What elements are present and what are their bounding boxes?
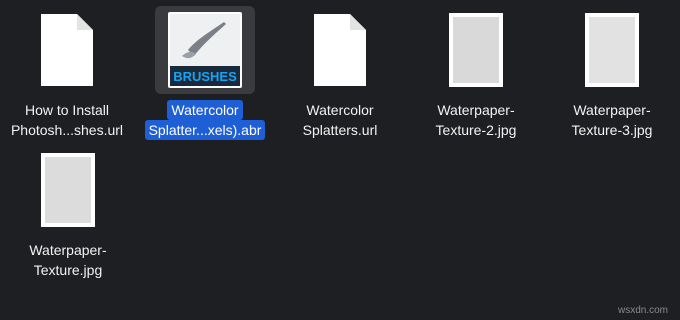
image-thumbnail-icon	[41, 153, 95, 227]
file-thumbnail[interactable]	[18, 146, 118, 234]
image-thumbnail-icon	[585, 13, 639, 87]
file-item-waterpaper-texture[interactable]: Waterpaper- Texture.jpg	[0, 146, 138, 280]
document-icon	[41, 14, 93, 86]
file-name[interactable]: How to Install Photosh...shes.url	[7, 100, 127, 140]
file-name[interactable]: Waterpaper- Texture-3.jpg	[568, 100, 657, 140]
file-name[interactable]: Watercolor Splatters.url	[299, 100, 382, 140]
file-name[interactable]: Waterpaper- Texture-2.jpg	[432, 100, 521, 140]
file-name[interactable]: Waterpaper- Texture.jpg	[25, 240, 110, 280]
file-thumbnail[interactable]	[562, 6, 662, 94]
file-thumbnail[interactable]: BRUSHES	[155, 6, 255, 94]
file-item-waterpaper-texture-3[interactable]: Waterpaper- Texture-3.jpg	[542, 6, 680, 140]
file-item-waterpaper-texture-2[interactable]: Waterpaper- Texture-2.jpg	[406, 6, 546, 140]
file-name[interactable]: Watercolor Splatter...xels).abr	[144, 100, 266, 140]
file-thumbnail[interactable]	[290, 6, 390, 94]
brushes-text: BRUSHES	[173, 69, 237, 84]
file-thumbnail[interactable]	[17, 6, 117, 94]
image-thumbnail-icon	[449, 13, 503, 87]
document-icon	[314, 14, 366, 86]
file-item-watercolor-splatter-abr[interactable]: BRUSHES Watercolor Splatter...xels).abr	[135, 6, 275, 140]
file-item-how-to-install[interactable]: How to Install Photosh...shes.url	[0, 6, 137, 140]
watermark: wsxdn.com	[617, 305, 668, 316]
file-grid: How to Install Photosh...shes.url BRUSHE…	[0, 0, 680, 320]
brush-file-icon: BRUSHES	[168, 12, 242, 88]
file-item-watercolor-splatters-url[interactable]: Watercolor Splatters.url	[270, 6, 410, 140]
file-thumbnail[interactable]	[426, 6, 526, 94]
